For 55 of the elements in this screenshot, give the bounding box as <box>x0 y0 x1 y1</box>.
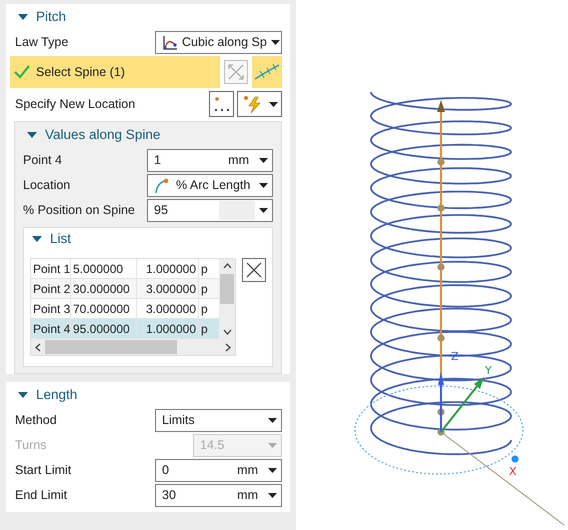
dropdown-caret-icon[interactable] <box>259 208 268 213</box>
section-title[interactable]: Pitch <box>36 6 66 28</box>
scroll-up-icon[interactable] <box>222 263 232 269</box>
cross-arrows-icon <box>227 63 245 81</box>
lightning-point-icon <box>241 94 263 114</box>
vertical-scrollbar[interactable] <box>219 259 235 339</box>
field-label: Method <box>15 412 57 430</box>
field-label: Law Type <box>15 34 68 52</box>
field-label: Specify New Location <box>15 96 136 113</box>
dropdown-caret-icon[interactable] <box>268 418 277 423</box>
point-dialog-button[interactable] <box>209 91 234 117</box>
input-field[interactable]: 1 mm <box>147 149 273 172</box>
field-label: End Limit <box>15 487 68 504</box>
collapse-caret-icon[interactable] <box>18 12 28 22</box>
table-row[interactable]: Point 2 30.000000 3.000000 p <box>31 279 219 299</box>
collapse-caret-icon[interactable] <box>18 390 28 400</box>
collapse-caret-icon[interactable] <box>27 130 37 140</box>
input-field[interactable]: 95 <box>147 199 273 222</box>
close-icon <box>246 262 262 278</box>
field-label: Point 4 <box>23 152 62 170</box>
collapse-caret-icon[interactable] <box>32 234 42 244</box>
dropdown-caret-icon[interactable] <box>259 158 268 163</box>
field-label: Start Limit <box>15 462 72 480</box>
dropdown[interactable]: Cubic along Sp <box>155 31 282 54</box>
section-title[interactable]: Length <box>36 384 78 406</box>
inferred-point-button[interactable] <box>237 91 282 117</box>
table-row[interactable]: Point 4 95.000000 1.000000 p <box>31 319 219 339</box>
table-row[interactable]: Point 3 70.000000 3.000000 p <box>31 299 219 319</box>
axis-label: X <box>509 465 517 478</box>
selection-step[interactable]: Select Spine (1) <box>10 56 220 88</box>
section-title[interactable]: List <box>50 228 72 250</box>
dropdown-caret-icon[interactable] <box>268 468 277 473</box>
table-row[interactable]: Point 1 5.000000 1.000000 p <box>31 259 219 279</box>
dropdown-caret-icon[interactable] <box>269 102 278 106</box>
delete-button[interactable] <box>242 258 266 282</box>
dots-icon <box>212 95 230 113</box>
origin-handle[interactable] <box>512 456 518 462</box>
input-field[interactable]: 30 mm <box>155 484 282 507</box>
section-title[interactable]: Values along Spine <box>45 124 160 146</box>
field-label: Location <box>23 177 70 194</box>
law-graph-icon <box>162 34 178 50</box>
field-label: % Position on Spine <box>23 202 135 220</box>
scroll-right-icon[interactable] <box>225 342 231 352</box>
horizontal-scrollbar[interactable] <box>31 339 235 355</box>
dropdown[interactable]: % Arc Length <box>147 174 273 197</box>
scroll-left-icon[interactable] <box>35 342 41 352</box>
input-field[interactable]: 0 mm <box>155 459 282 482</box>
dropdown-caret-icon[interactable] <box>259 183 268 188</box>
scroll-down-icon[interactable] <box>222 328 232 335</box>
axis-label: Y <box>485 364 492 377</box>
dropdown-caret-icon[interactable] <box>268 493 277 498</box>
dropdown-caret-icon[interactable] <box>270 40 280 45</box>
curve-icon <box>254 62 280 82</box>
dropdown[interactable]: Limits <box>155 409 282 432</box>
field-label: Turns <box>15 437 46 454</box>
